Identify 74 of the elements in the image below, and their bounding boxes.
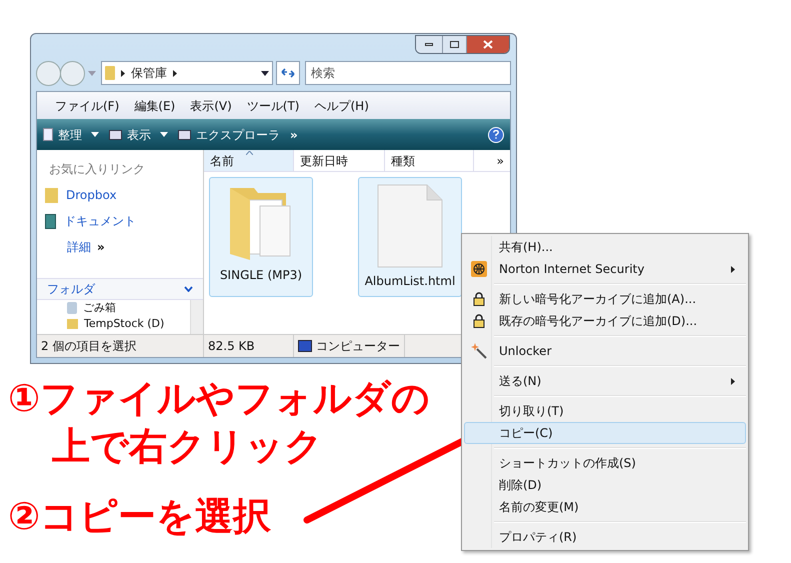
globe-icon <box>471 261 487 277</box>
search-field[interactable]: 検索 <box>305 61 511 85</box>
context-menu-item[interactable]: 名前の変更(M) <box>464 496 746 518</box>
column-header[interactable]: 名前 <box>204 150 294 171</box>
section-title: お気に入りリンク <box>48 161 146 178</box>
refresh-button[interactable] <box>276 61 300 85</box>
breadcrumb[interactable]: 保管庫 <box>131 64 167 82</box>
file-item[interactable]: SINGLE (MP3) <box>209 177 313 297</box>
folder-icon <box>105 66 115 80</box>
context-menu-item[interactable]: 共有(H)... <box>464 236 746 258</box>
annotation-text: ②コピーを選択 <box>8 494 272 538</box>
annotation-text: 上で右クリック <box>52 424 323 468</box>
menu-item[interactable]: ファイル(F) <box>55 96 120 114</box>
close-icon <box>483 40 493 49</box>
lock-icon <box>473 314 485 328</box>
scrollbar[interactable] <box>190 300 203 334</box>
annotation-text: ①ファイルやフォルダの <box>8 376 430 420</box>
tree-item[interactable]: TempStock (D) <box>84 317 164 331</box>
refresh-icon <box>281 68 295 78</box>
context-menu-item[interactable]: 送る(N) <box>464 370 746 392</box>
context-menu-item[interactable]: Unlocker <box>464 340 746 362</box>
context-menu-item[interactable]: 切り取り(T) <box>464 400 746 422</box>
folder-icon <box>45 188 58 202</box>
arrow-right-icon <box>173 70 177 76</box>
section-title: フォルダ <box>47 281 95 298</box>
trash-icon <box>67 302 77 314</box>
minimize-button[interactable] <box>416 36 442 53</box>
menu-item[interactable]: ヘルプ(H) <box>314 96 369 114</box>
menu-item[interactable]: ツール(T) <box>246 96 300 114</box>
caret-icon <box>261 70 269 76</box>
close-button[interactable] <box>466 36 509 53</box>
favorite-link[interactable]: Dropbox <box>66 186 117 204</box>
more-button[interactable]: » <box>290 126 298 144</box>
column-header[interactable]: 更新日時 <box>294 150 385 171</box>
file-name: SINGLE (MP3) <box>220 267 302 284</box>
folder-icon <box>67 319 78 329</box>
context-menu-item[interactable]: Norton Internet Security <box>464 258 746 280</box>
maximize-button[interactable] <box>442 36 466 53</box>
file-item[interactable]: AlbumList.html <box>358 177 462 297</box>
context-menu-item[interactable]: 既存の暗号化アーカイブに追加(D)... <box>464 310 746 332</box>
picture-icon <box>109 130 122 140</box>
more-columns-button[interactable]: » <box>490 150 510 171</box>
favorite-link[interactable]: ドキュメント <box>64 212 136 230</box>
status-text: 2 個の項目を選択 <box>41 338 136 355</box>
menu-item[interactable]: 編集(E) <box>134 96 176 114</box>
blank-file-icon <box>377 184 443 268</box>
document-icon <box>45 214 56 228</box>
column-header[interactable]: 種類 <box>385 150 474 171</box>
folders-header[interactable]: フォルダ <box>37 278 203 300</box>
chevron-down-icon <box>184 286 193 292</box>
context-menu-item[interactable]: コピー(C) <box>464 422 746 444</box>
context-menu-item[interactable]: 削除(D) <box>464 474 746 496</box>
context-menu-item[interactable]: プロパティ(R) <box>464 526 746 548</box>
status-text: 82.5 KB <box>208 338 255 355</box>
chevron[interactable]: » <box>97 238 105 256</box>
wand-icon <box>471 343 487 359</box>
details-link[interactable]: 詳細 <box>67 238 91 256</box>
caret-icon <box>88 70 96 76</box>
toolbar-button[interactable]: エクスプローラ <box>178 126 280 144</box>
window-icon <box>178 130 191 140</box>
toolbar-button[interactable]: 表示 <box>109 126 168 144</box>
pages-icon <box>43 128 53 141</box>
address-bar[interactable]: 保管庫 <box>101 61 273 85</box>
toolbar-button[interactable]: 整理 <box>43 126 99 144</box>
lock-icon <box>473 292 485 306</box>
help-icon[interactable] <box>488 126 504 142</box>
computer-icon <box>298 340 312 352</box>
menu-item[interactable]: 表示(V) <box>190 96 232 114</box>
tree-item[interactable]: ごみ箱 <box>83 301 116 315</box>
status-text: コンピューター <box>316 338 400 355</box>
arrow-right-icon <box>121 70 125 76</box>
context-menu-item[interactable]: 新しい暗号化アーカイブに追加(A)... <box>464 288 746 310</box>
file-name: AlbumList.html <box>364 273 456 290</box>
context-menu-item[interactable]: ショートカットの作成(S) <box>464 452 746 474</box>
